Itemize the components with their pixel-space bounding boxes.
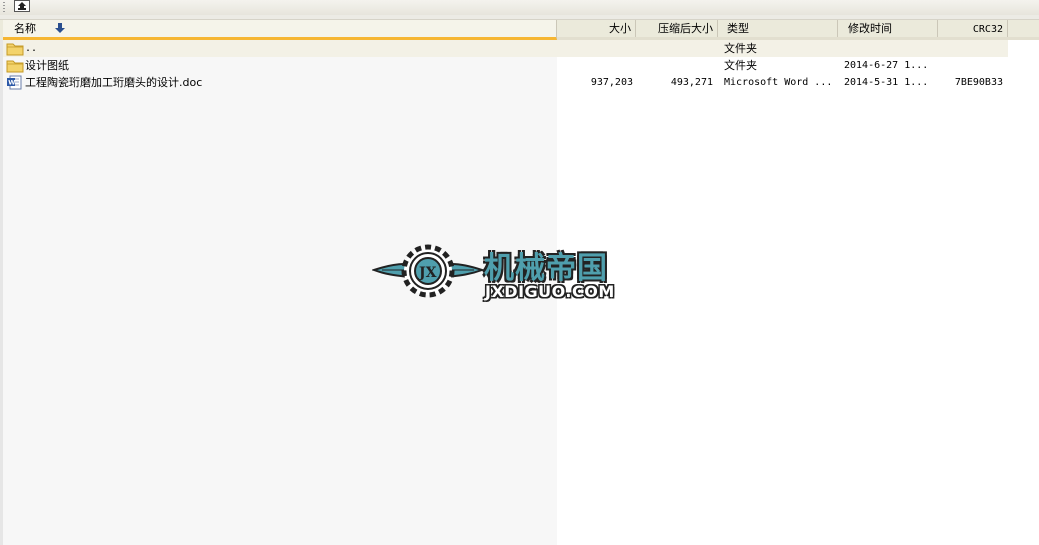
file-name: .. xyxy=(25,43,38,54)
toolbar xyxy=(0,0,1039,15)
list-item-file[interactable]: W 工程陶瓷珩磨加工珩磨头的设计.doc 937,203 493,271 Mic… xyxy=(3,74,1008,91)
file-modified: 2014-5-31 1... xyxy=(844,77,929,88)
file-name: 工程陶瓷珩磨加工珩磨头的设计.doc xyxy=(25,76,203,89)
column-type[interactable]: 类型 xyxy=(718,20,838,37)
column-size[interactable]: 大小 xyxy=(557,20,636,37)
file-packed-size xyxy=(643,40,713,57)
word-doc-icon: W xyxy=(7,75,22,90)
watermark-logo: JX 机械帝国 JXDIGUO.COM xyxy=(371,238,668,308)
file-crc xyxy=(943,57,1003,74)
file-packed-size xyxy=(643,57,713,74)
column-packed-size-label: 压缩后大小 xyxy=(658,22,713,35)
svg-text:JX: JX xyxy=(417,265,437,281)
list-left-edge xyxy=(0,40,3,545)
file-crc: 7BE90B33 xyxy=(954,77,1003,88)
column-modified-label: 修改时间 xyxy=(848,22,892,35)
up-folder-icon xyxy=(18,2,26,10)
up-folder-button[interactable] xyxy=(14,0,30,12)
file-crc xyxy=(943,40,1003,57)
column-size-label: 大小 xyxy=(609,22,631,35)
file-modified xyxy=(844,40,940,57)
file-size: 937,203 xyxy=(590,77,633,88)
svg-text:W: W xyxy=(8,79,15,87)
file-packed-size: 493,271 xyxy=(670,77,713,88)
watermark-cn-text: 机械帝国 xyxy=(484,251,608,286)
column-packed-size[interactable]: 压缩后大小 xyxy=(636,20,718,37)
gear-wings-logo-icon: JX xyxy=(371,244,485,298)
file-modified: 2014-6-27 1... xyxy=(844,60,929,71)
file-size xyxy=(563,57,633,74)
column-name[interactable]: 名称 xyxy=(3,20,557,40)
column-filler xyxy=(1008,20,1039,37)
folder-icon xyxy=(6,60,24,73)
column-name-label: 名称 xyxy=(14,22,36,35)
file-type: 文件夹 xyxy=(724,42,757,55)
list-item-folder[interactable]: 设计图纸 文件夹 2014-6-27 1... xyxy=(3,57,1008,74)
file-size xyxy=(563,40,633,57)
watermark-en-text: JXDIGUO.COM xyxy=(485,282,615,301)
file-type: 文件夹 xyxy=(724,59,757,72)
sort-arrow-icon xyxy=(55,23,65,33)
toolbar-grip[interactable] xyxy=(3,2,5,13)
folder-icon xyxy=(6,43,24,56)
file-type: Microsoft Word ... xyxy=(724,77,833,88)
list-item-parent[interactable]: .. 文件夹 xyxy=(3,40,1008,57)
column-header: 名称 大小 压缩后大小 类型 修改时间 CRC32 xyxy=(0,20,1039,40)
file-name: 设计图纸 xyxy=(25,59,69,72)
column-modified[interactable]: 修改时间 xyxy=(838,20,938,37)
column-type-label: 类型 xyxy=(727,22,749,35)
column-crc[interactable]: CRC32 xyxy=(938,20,1008,37)
column-crc-label: CRC32 xyxy=(972,24,1003,35)
